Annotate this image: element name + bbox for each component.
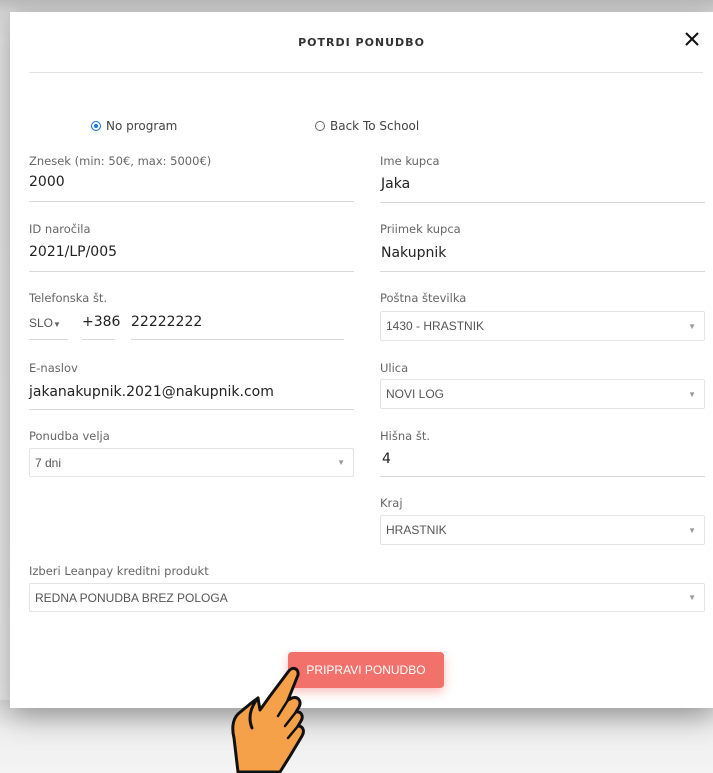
header-divider <box>29 72 703 73</box>
pointing-hand-icon <box>231 666 305 773</box>
postal-code-value: 1430 - HRASTNIK <box>386 319 485 333</box>
credit-product-label: Izberi Leanpay kreditni produkt <box>29 564 209 578</box>
phone-number-underline <box>131 339 344 340</box>
last-name-underline <box>380 271 705 272</box>
street-label: Ulica <box>380 361 409 375</box>
close-icon-glyph <box>685 32 699 46</box>
email-label: E-naslov <box>29 361 78 375</box>
phone-label: Telefonska št. <box>29 291 108 305</box>
order-id-input[interactable]: 2021/LP/005 <box>29 244 117 260</box>
radio-checked-icon[interactable] <box>91 121 101 131</box>
amount-input[interactable]: 2000 <box>29 174 65 190</box>
credit-product-value: REDNA PONUDBA BREZ POLOGA <box>35 590 228 605</box>
chevron-down-icon: ▼ <box>688 389 696 399</box>
amount-underline <box>29 201 354 202</box>
chevron-down-icon: ▼ <box>688 593 696 602</box>
street-value: NOVI LOG <box>386 387 445 401</box>
postal-code-label: Poštna številka <box>380 291 467 305</box>
radio-back-to-school[interactable]: Back To School <box>315 118 419 134</box>
amount-label: Znesek (min: 50€, max: 5000€) <box>29 154 212 168</box>
offer-valid-value: 7 dni <box>35 455 62 470</box>
house-number-label: Hišna št. <box>380 429 430 443</box>
phone-country-select[interactable]: SLO▼ <box>29 316 61 330</box>
page-backdrop <box>0 700 713 773</box>
email-input[interactable]: jakanakupnik.2021@nakupnik.com <box>29 384 274 400</box>
city-label: Kraj <box>380 496 403 510</box>
close-icon[interactable] <box>682 30 702 50</box>
postal-code-select[interactable]: 1430 - HRASTNIK ▼ <box>380 311 705 341</box>
phone-prefix-underline <box>82 339 115 340</box>
modal-title: POTRDI PONUDBO <box>298 36 425 49</box>
city-select[interactable]: HRASTNIK ▼ <box>380 515 705 545</box>
house-number-input[interactable]: 4 <box>382 451 391 467</box>
radio-unchecked-icon[interactable] <box>315 121 325 131</box>
phone-country-value: SLO <box>29 316 54 330</box>
last-name-label: Priimek kupca <box>380 222 461 236</box>
first-name-input[interactable]: Jaka <box>381 176 410 192</box>
phone-country-underline <box>29 339 68 340</box>
chevron-down-icon: ▼ <box>688 525 696 535</box>
chevron-down-icon: ▼ <box>688 321 696 331</box>
radio-label: Back To School <box>330 119 420 133</box>
credit-product-select[interactable]: REDNA PONUDBA BREZ POLOGA ▼ <box>29 583 705 612</box>
chevron-down-icon: ▼ <box>53 320 61 329</box>
offer-valid-select[interactable]: 7 dni ▼ <box>29 448 354 477</box>
city-value: HRASTNIK <box>386 523 447 537</box>
order-id-label: ID naročila <box>29 222 91 236</box>
radio-no-program[interactable]: No program <box>91 118 177 134</box>
street-select[interactable]: NOVI LOG ▼ <box>380 379 705 409</box>
phone-number-input[interactable]: 22222222 <box>131 314 202 330</box>
confirm-offer-modal: POTRDI PONUDBO No program Back To School… <box>10 12 713 708</box>
first-name-underline <box>380 202 705 203</box>
first-name-label: Ime kupca <box>380 154 440 168</box>
last-name-input[interactable]: Nakupnik <box>381 245 446 261</box>
radio-label: No program <box>106 119 178 133</box>
phone-prefix: +386 <box>82 314 121 330</box>
order-id-underline <box>29 271 354 272</box>
house-number-underline <box>380 476 705 477</box>
offer-valid-label: Ponudba velja <box>29 429 110 443</box>
email-underline <box>29 409 354 410</box>
chevron-down-icon: ▼ <box>337 458 345 467</box>
